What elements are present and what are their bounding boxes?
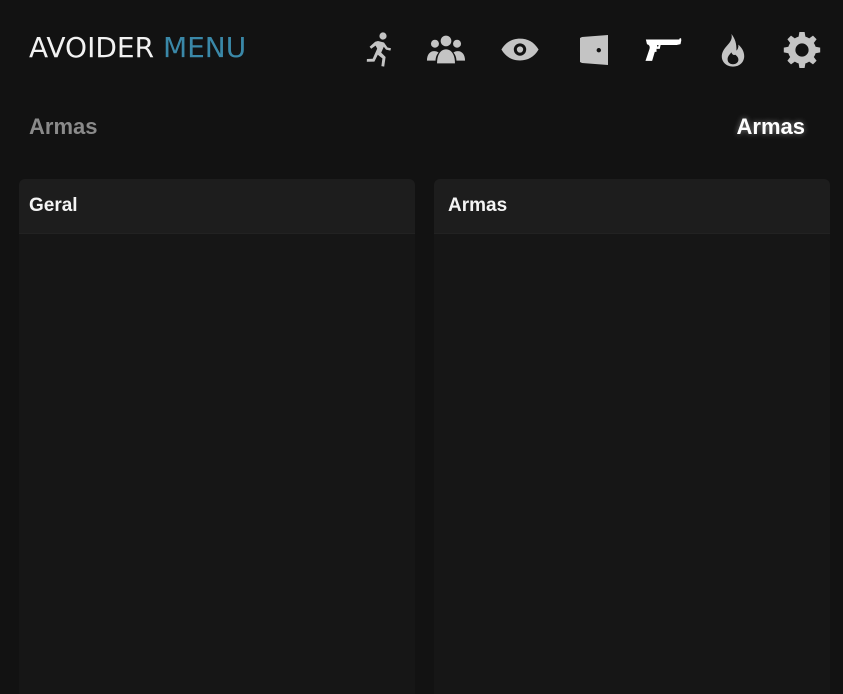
panel-header: Armas — [434, 179, 830, 234]
panel-header: Geral — [19, 179, 415, 234]
brand-accent: MENU — [162, 31, 247, 64]
panel-title-weapons: Armas — [448, 195, 508, 216]
panel-body — [434, 234, 830, 694]
menu-window: AVOIDER MENU Armas Armas Geral Armas — [0, 0, 843, 694]
users-group-icon — [426, 35, 466, 64]
gear-icon — [783, 32, 821, 68]
section-title-right: Armas — [736, 114, 805, 139]
panel-body — [19, 234, 415, 694]
nav-tab-settings[interactable] — [782, 30, 822, 70]
panel-title-general: Geral — [29, 195, 78, 216]
nav-tab-movement[interactable] — [358, 30, 398, 70]
nav-tab-players[interactable] — [426, 30, 466, 70]
nav-tab-visuals[interactable] — [500, 30, 540, 70]
door-icon — [580, 35, 608, 65]
running-person-icon — [366, 32, 391, 67]
top-bar: AVOIDER MENU — [0, 0, 843, 100]
section-title-left: Armas — [29, 114, 98, 139]
flame-icon — [721, 34, 745, 67]
panel-general: Geral — [19, 179, 415, 694]
brand-name: AVOIDER — [29, 31, 155, 64]
panel-weapons: Armas — [434, 179, 830, 694]
pistol-icon — [645, 38, 682, 61]
eye-icon — [501, 38, 539, 61]
nav-tab-exit[interactable] — [574, 30, 614, 70]
brand-logo: AVOIDER MENU — [29, 31, 246, 65]
nav-tab-weapons[interactable] — [643, 30, 683, 70]
nav-tab-effects[interactable] — [713, 30, 753, 70]
